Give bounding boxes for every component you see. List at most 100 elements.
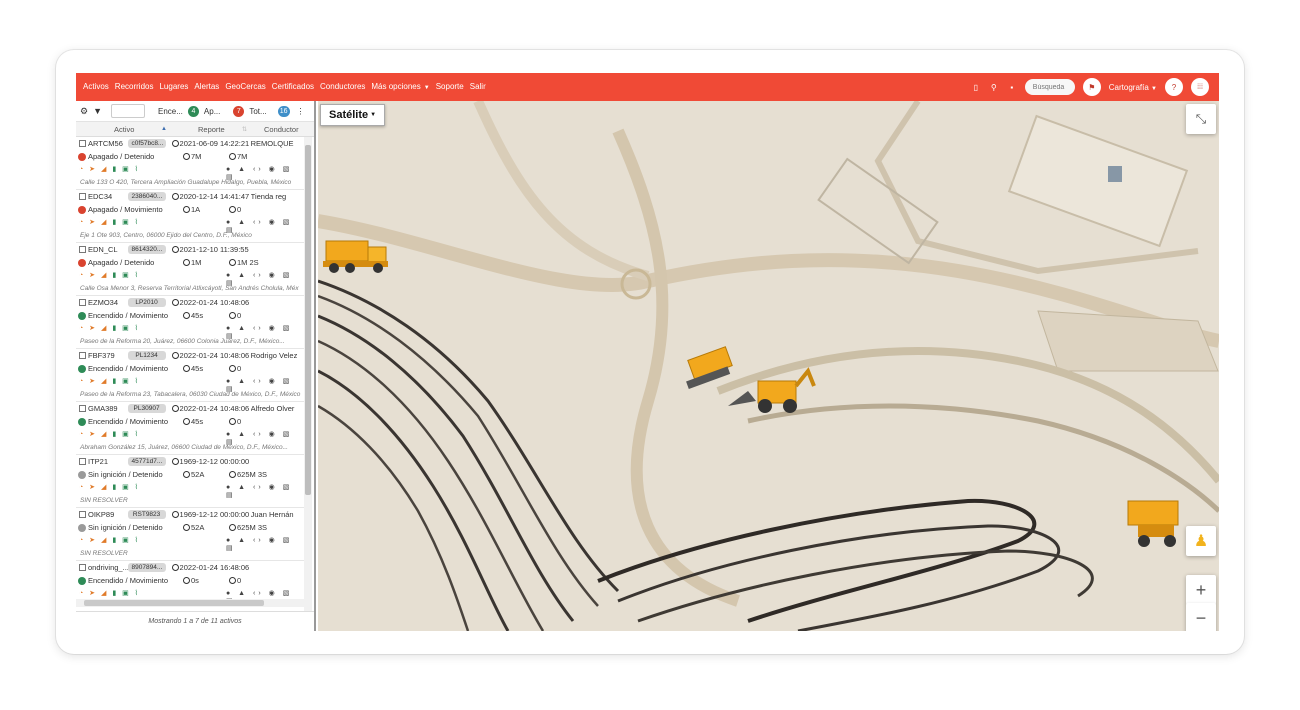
action-icons[interactable]: ● ▲ ‹› ◉ ▧ ▤ xyxy=(226,324,306,340)
menu-lugares[interactable]: Lugares xyxy=(156,73,191,101)
map-type-selector[interactable]: Satélite ▼ xyxy=(320,104,386,126)
asset-row-status: Encendido / Movimiento 0s 0 xyxy=(76,574,306,587)
ignition-status-icon xyxy=(78,311,86,320)
action-icons[interactable]: ● ▲ ‹› ◉ ▧ ▤ xyxy=(226,271,306,287)
asset-name: FBF379 xyxy=(88,351,115,360)
cartografia-dropdown[interactable]: Cartografía ▼ xyxy=(1109,83,1157,92)
asset-checkbox[interactable] xyxy=(79,140,86,147)
zoom-out-button[interactable]: − xyxy=(1186,603,1216,631)
total-label[interactable]: Tot... xyxy=(249,107,266,116)
action-icons[interactable]: ● ▲ ‹› ◉ ▧ ▤ xyxy=(226,536,306,552)
asset-item[interactable]: GMA389 PL30907 2022-01-24 10:48:06 Alfre… xyxy=(76,402,306,455)
horizontal-scrollbar[interactable] xyxy=(76,599,304,607)
asset-report-time: 2022-01-24 16:48:06 xyxy=(179,563,250,572)
timer-icon xyxy=(183,524,190,531)
action-icons[interactable]: ● ▲ ‹› ◉ ▧ ▤ xyxy=(226,377,306,393)
timer-icon xyxy=(183,259,190,266)
menu-activos[interactable]: Activos xyxy=(80,73,112,101)
asset-item[interactable]: ITP21 45771d7... 1969-12-12 00:00:00 Sin… xyxy=(76,455,306,508)
search-icon[interactable]: ⚲ xyxy=(989,83,999,92)
ignition-status-icon xyxy=(78,364,86,373)
top-navbar: Activos Recorridos Lugares Alertas GeoCe… xyxy=(76,73,1219,101)
sort-asc-icon[interactable]: ▲ xyxy=(161,126,167,132)
map-view[interactable]: Satélite ▼ ⤡ ♟ + − xyxy=(318,101,1219,631)
asset-plate: 45771d7... xyxy=(127,457,166,466)
menu-alertas[interactable]: Alertas xyxy=(191,73,222,101)
asset-report-time: 2022-01-24 10:48:06 xyxy=(179,298,250,307)
asset-checkbox[interactable] xyxy=(79,299,86,306)
fullscreen-button[interactable]: ⤡ xyxy=(1186,104,1216,134)
action-icons[interactable]: ● ▲ ‹› ◉ ▧ ▤ xyxy=(226,218,306,234)
filter-input[interactable] xyxy=(111,104,145,118)
filter-bar: ⚙ ▼ Ence... 4 Ap... 7 Tot... 16 ⋮ xyxy=(76,101,314,121)
sort-icon[interactable]: ⇅ xyxy=(242,126,247,133)
encendidos-count-badge: 4 xyxy=(187,105,199,117)
apps-button[interactable]: ⁞⁞⁞ xyxy=(1191,78,1209,96)
asset-status: Apagado / Detenido xyxy=(88,258,155,267)
asset-actions: ◔ ➤ ◢ ▮ ▣ ⌇ ● ▲ ‹› ◉ ▧ ▤ xyxy=(76,481,306,499)
navbar-right: ▯ ⚲ ▪ ⚑ Cartografía ▼ ? ⁞⁞⁞ xyxy=(971,73,1209,101)
app-screen: Activos Recorridos Lugares Alertas GeoCe… xyxy=(76,73,1219,631)
street-view-button[interactable]: ♟ xyxy=(1186,526,1216,556)
zoom-in-button[interactable]: + xyxy=(1186,575,1216,605)
action-icons[interactable]: ● ▲ ‹› ◉ ▧ ▤ xyxy=(226,483,306,499)
more-options-icon[interactable]: ⋮ xyxy=(297,107,305,116)
map-type-label: Satélite xyxy=(329,109,369,121)
action-icons[interactable]: ● ▲ ‹› ◉ ▧ ▤ xyxy=(226,430,306,446)
asset-report-time: 2021-12-10 11:39:55 xyxy=(179,245,249,254)
sensor-icons: ◔ ➤ ◢ ▮ ▣ ⌇ xyxy=(79,166,141,173)
flag-button[interactable]: ⚑ xyxy=(1082,78,1101,96)
search-input[interactable] xyxy=(1024,79,1075,95)
asset-checkbox[interactable] xyxy=(79,352,86,359)
asset-item[interactable]: EDN_CL 8614320... 2021-12-10 11:39:55 Ap… xyxy=(76,243,306,296)
caret-down-icon: ▼ xyxy=(423,85,430,91)
menu-soporte[interactable]: Soporte xyxy=(433,73,467,101)
clock-icon xyxy=(171,405,179,412)
asset-item[interactable]: ARTCM56 c0f57bc8... 2021-06-09 14:22:21 … xyxy=(76,137,306,190)
menu-geocercas[interactable]: GeoCercas xyxy=(222,73,268,101)
sensor-icons: ◔ ➤ ◢ ▮ ▣ ⌇ xyxy=(79,325,141,332)
clock-icon xyxy=(171,140,179,147)
filter-encendidos[interactable]: Ence... xyxy=(158,107,183,116)
asset-item[interactable]: FBF379 PL1234 2022-01-24 10:48:06 Rodrig… xyxy=(76,349,306,402)
caret-down-icon: ▼ xyxy=(1151,85,1157,92)
help-button[interactable]: ? xyxy=(1165,78,1183,96)
sensor-icons: ◔ ➤ ◢ ▮ ▣ ⌇ xyxy=(79,272,141,279)
clock-icon xyxy=(171,564,179,571)
col-activo[interactable]: Activo xyxy=(114,125,134,134)
lock-icon[interactable]: ▪ xyxy=(1007,83,1017,92)
asset-item[interactable]: EZMO34 LP2010 2022-01-24 10:48:06 Encend… xyxy=(76,296,306,349)
asset-checkbox[interactable] xyxy=(79,193,86,200)
menu-certificados[interactable]: Certificados xyxy=(269,73,317,101)
asset-item[interactable]: OIKP89 RST9823 1969-12-12 00:00:00 Juan … xyxy=(76,508,306,561)
asset-driver: REMOLQUE xyxy=(250,139,294,148)
menu-recorridos[interactable]: Recorridos xyxy=(112,73,157,101)
asset-checkbox[interactable] xyxy=(79,511,86,518)
asset-time-2: 0 xyxy=(237,576,242,585)
asset-actions: ◔ ➤ ◢ ▮ ▣ ⌇ ● ▲ ‹› ◉ ▧ ▤ xyxy=(76,375,306,393)
asset-checkbox[interactable] xyxy=(79,246,86,253)
col-reporte[interactable]: Reporte xyxy=(198,125,225,134)
gear-icon[interactable]: ⚙ xyxy=(80,106,88,117)
menu-salir[interactable]: Salir xyxy=(467,73,489,101)
asset-item[interactable]: EDC34 2386040... 2020-12-14 14:41:47 Tie… xyxy=(76,190,306,243)
asset-row-status: Apagado / Detenido 1M 1M 2S xyxy=(76,256,306,269)
asset-plate: PL1234 xyxy=(127,351,166,360)
asset-checkbox[interactable] xyxy=(79,564,86,571)
scroll-thumb-horizontal[interactable] xyxy=(84,600,264,606)
sensor-icons: ◔ ➤ ◢ ▮ ▣ ⌇ xyxy=(79,484,141,491)
menu-conductores[interactable]: Conductores xyxy=(317,73,368,101)
vertical-scrollbar[interactable] xyxy=(304,137,312,611)
col-conductor[interactable]: Conductor xyxy=(264,125,299,134)
filter-icon[interactable]: ▼ xyxy=(93,106,102,116)
asset-row-status: Encendido / Movimiento 45s 0 xyxy=(76,415,306,428)
mobile-icon[interactable]: ▯ xyxy=(971,83,981,92)
asset-checkbox[interactable] xyxy=(79,458,86,465)
action-icons[interactable]: ● ▲ ‹› ◉ ▧ ▤ xyxy=(226,165,306,181)
asset-plate: 8907894... xyxy=(127,563,166,572)
scroll-thumb[interactable] xyxy=(305,145,311,495)
asset-name: ARTCM56 xyxy=(88,139,123,148)
apagados-label[interactable]: Ap... xyxy=(204,107,220,116)
menu-mas-opciones[interactable]: Más opciones ▼ xyxy=(368,73,432,101)
asset-checkbox[interactable] xyxy=(79,405,86,412)
